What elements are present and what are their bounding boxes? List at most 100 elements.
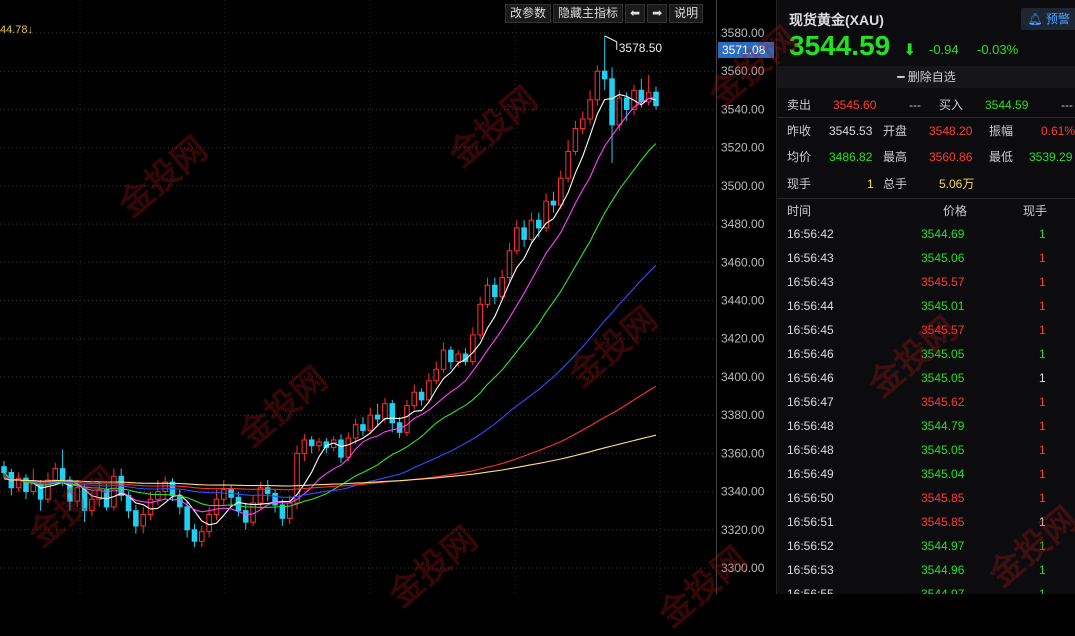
trade-row: 16:56:45 3545.57 1 xyxy=(777,318,1075,342)
candlestick-chart[interactable]: 3578.50 改参数 隐藏主指标 ⬅ ➡ 说明 44.78↓ xyxy=(0,0,720,594)
trade-price: 3544.97 xyxy=(921,587,965,594)
trade-price: 3545.85 xyxy=(921,491,965,505)
candle-body xyxy=(133,510,139,527)
trade-volume: 1 xyxy=(1039,395,1046,409)
y-tick-label: 3320.00 xyxy=(721,523,765,537)
y-tick-label: 3560.00 xyxy=(721,64,765,78)
candle xyxy=(118,468,124,502)
candle-body xyxy=(572,128,579,152)
candle-body xyxy=(184,506,190,531)
candle-body xyxy=(404,405,410,433)
ma-line-ma30 xyxy=(3,264,657,498)
left-arrow-icon[interactable]: ⬅ xyxy=(625,4,646,23)
trade-volume: 1 xyxy=(1039,467,1046,481)
candle-body xyxy=(499,277,505,298)
right-arrow-icon[interactable]: ➡ xyxy=(647,4,668,23)
trade-price: 3545.62 xyxy=(921,395,965,409)
candle xyxy=(433,361,439,385)
y-tick-label: 3500.00 xyxy=(721,179,765,193)
y-tick-label: 3440.00 xyxy=(721,294,765,308)
chart-canvas: 3578.50 xyxy=(0,0,716,594)
y-tick-label: 3580.00 xyxy=(721,26,765,40)
trade-time: 16:56:43 xyxy=(787,251,834,265)
trade-volume: 1 xyxy=(1039,323,1046,337)
trade-volume: 1 xyxy=(1039,299,1046,313)
candle-body xyxy=(565,150,571,179)
high-marker xyxy=(604,35,618,50)
amplitude-value: 0.61% xyxy=(1041,124,1075,138)
open-value: 3548.20 xyxy=(929,124,973,138)
candle xyxy=(587,90,593,125)
candle xyxy=(103,483,110,511)
candle xyxy=(374,403,381,427)
candle-body xyxy=(89,498,95,512)
trade-time: 16:56:52 xyxy=(787,539,834,553)
last-price: 3544.59 xyxy=(789,30,891,61)
trade-price: 3544.97 xyxy=(921,539,965,553)
trade-row: 16:56:43 3545.06 1 xyxy=(777,246,1075,270)
candle xyxy=(440,342,447,374)
trade-time: 16:56:43 xyxy=(787,275,834,289)
total-volume-value: 5.06万 xyxy=(939,177,975,191)
candle-body xyxy=(616,97,623,126)
high-label: 最高 xyxy=(883,150,908,164)
candle-body xyxy=(389,403,396,424)
candle-body xyxy=(609,78,615,126)
y-tick-label: 3420.00 xyxy=(721,332,765,346)
y-tick-label: 3380.00 xyxy=(721,408,765,422)
candle xyxy=(411,384,418,410)
candle-body xyxy=(440,349,447,370)
instrument-title: 现货黄金(XAU) xyxy=(789,12,884,28)
y-tick-label: 3460.00 xyxy=(721,255,765,269)
trade-time: 16:56:46 xyxy=(787,347,834,361)
candle-body xyxy=(448,349,454,363)
alert-button[interactable]: 🔔︎ 预警 xyxy=(1021,8,1075,30)
trade-row: 16:56:48 3545.05 1 xyxy=(777,438,1075,462)
current-price-label: 3571.08 xyxy=(722,43,766,57)
candle-body xyxy=(587,99,593,120)
candle-body xyxy=(264,487,271,494)
trade-row: 16:56:49 3545.04 1 xyxy=(777,462,1075,486)
down-arrow-icon: ⬇ xyxy=(903,42,917,59)
y-tick-label: 3360.00 xyxy=(721,446,765,460)
candle-body xyxy=(470,334,476,363)
trade-row: 16:56:43 3545.57 1 xyxy=(777,270,1075,294)
candle-body xyxy=(1,466,7,473)
candle xyxy=(250,495,256,526)
candle xyxy=(521,220,527,247)
candle-body xyxy=(579,118,586,130)
trade-time: 16:56:45 xyxy=(787,323,834,337)
trade-volume: 1 xyxy=(1039,587,1046,594)
candle-body xyxy=(426,380,432,401)
trade-volume: 1 xyxy=(1039,251,1046,265)
remove-favorite-button[interactable]: ━ 删除自选 xyxy=(777,66,1075,88)
candle xyxy=(470,327,476,366)
trade-price: 3545.57 xyxy=(921,323,965,337)
trade-volume: 1 xyxy=(1039,275,1046,289)
candle-body xyxy=(557,177,564,206)
hide-indicator-button[interactable]: 隐藏主指标 xyxy=(553,4,624,23)
candle-body xyxy=(352,424,359,439)
chart-toolbar: 改参数 隐藏主指标 ⬅ ➡ 说明 xyxy=(505,4,704,23)
alert-label: 预警 xyxy=(1045,12,1070,26)
trade-price: 3545.05 xyxy=(921,443,965,457)
trade-time: 16:56:49 xyxy=(787,467,834,481)
candle xyxy=(352,418,359,444)
candle xyxy=(367,407,374,435)
candle-body xyxy=(59,468,66,481)
price-axis-canvas: 3580.00 3560.00 3540.00 3520.00 3500.00 3480.… xyxy=(718,26,774,575)
candle-body xyxy=(411,391,418,407)
volume-column-header: 现手 xyxy=(1023,204,1048,218)
trade-volume: 1 xyxy=(1039,371,1046,385)
candle-body xyxy=(550,200,557,206)
trade-time: 16:56:42 xyxy=(787,227,834,241)
trade-price: 3545.06 xyxy=(921,251,965,265)
low-value: 3539.29 xyxy=(1029,150,1073,164)
candle-body xyxy=(601,70,608,80)
help-button[interactable]: 说明 xyxy=(669,4,704,23)
candle-body xyxy=(37,483,44,500)
candle-body xyxy=(455,353,461,363)
candle xyxy=(272,489,278,513)
candle xyxy=(177,489,183,515)
edit-params-button[interactable]: 改参数 xyxy=(505,4,552,23)
